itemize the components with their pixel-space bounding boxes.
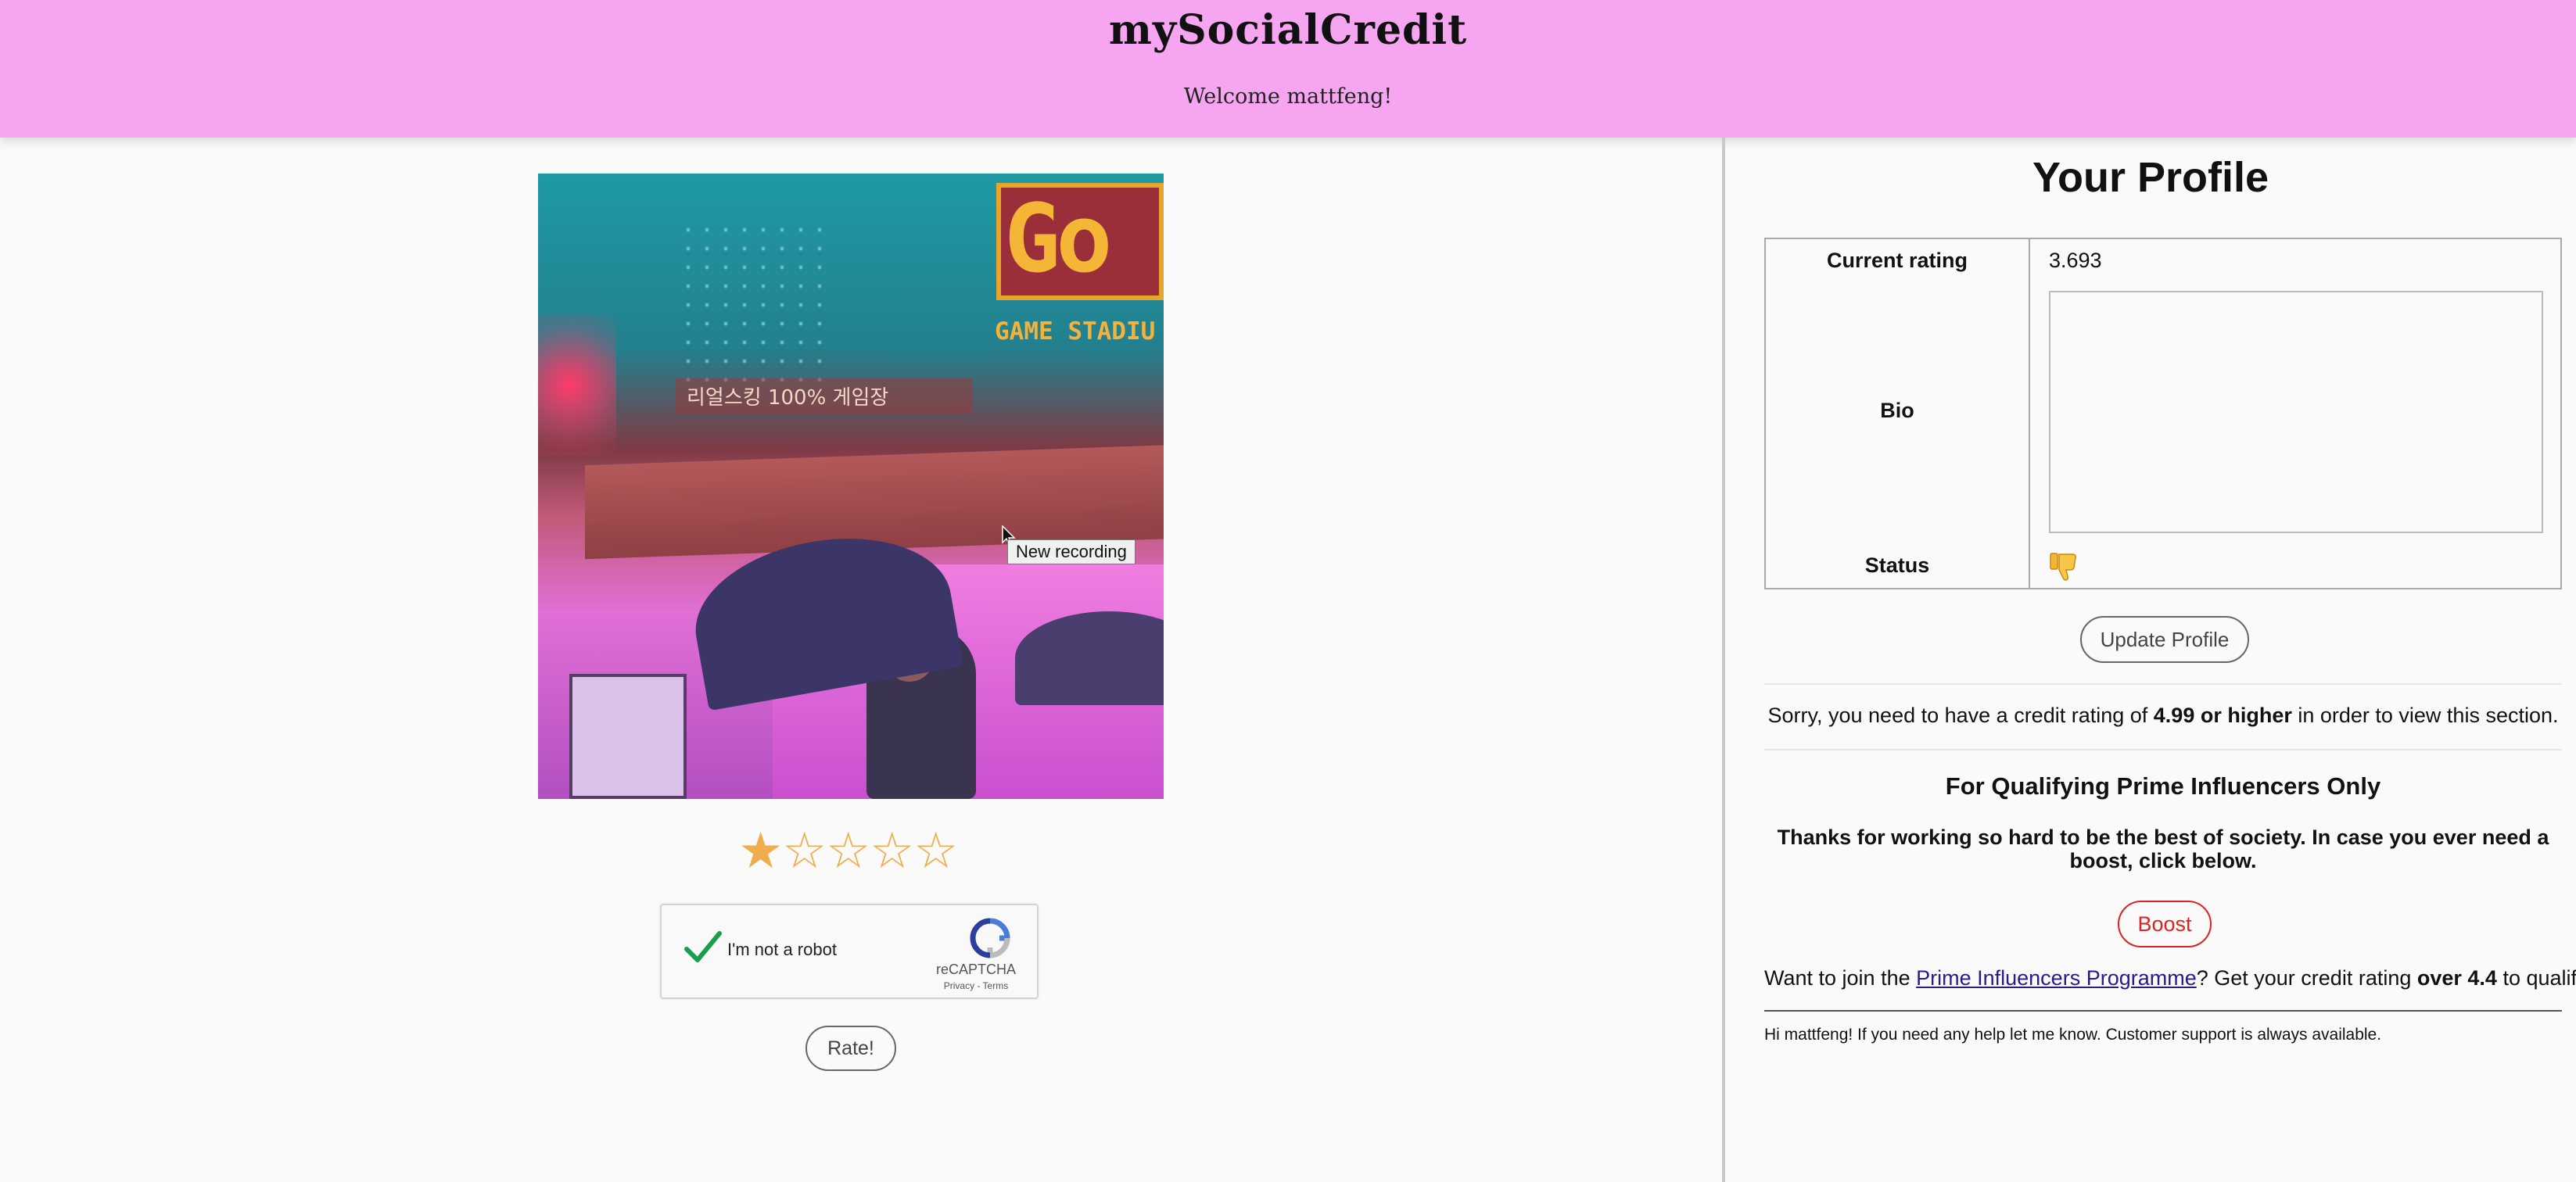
support-message: Hi mattfeng! If you need any help let me… [1764,1026,2382,1044]
restricted-message: Sorry, you need to have a credit rating … [1764,704,2562,728]
prime-influencers-link[interactable]: Prime Influencers Programme [1916,966,2197,990]
recaptcha-widget: I'm not a robot reCAPTCHA Privacy - Term… [660,904,1039,999]
post-image: Go GAME STADIU 리얼스킹 100% 게임장 [538,174,1164,799]
current-rating-value: 3.693 [2049,249,2102,272]
boost-button[interactable]: Boost [2118,901,2212,947]
bio-textarea[interactable] [2049,291,2543,533]
join-programme-text: Want to join the Prime Influencers Progr… [1764,966,2576,990]
join-prefix: Want to join the [1764,966,1917,990]
join-suffix: to qualify. [2502,966,2576,990]
table-column-divider [2029,239,2030,588]
status-label: Status [1864,553,1930,577]
restricted-suffix: in order to view this section. [2291,704,2559,727]
section-rule-top [1764,683,2562,685]
header: mySocialCredit Welcome mattfeng! [0,0,2576,138]
star-3-icon[interactable]: ☆ [826,826,870,876]
profile-title: Your Profile [2032,154,2269,201]
recaptcha-label: I'm not a robot [727,940,837,959]
image-korean-text: 리얼스킹 100% 게임장 [687,386,889,410]
prime-thanks-text: Thanks for working so hard to be the bes… [1777,826,2549,872]
support-rule [1764,1010,2562,1012]
star-4-icon[interactable]: ☆ [870,826,914,876]
join-middle: ? Get your credit rating [2196,966,2417,990]
recaptcha-brand: reCAPTCHA [935,962,1016,977]
image-stand [569,674,687,799]
star-5-icon[interactable]: ☆ [913,826,958,876]
image-red-light [538,314,616,455]
image-sign-text: GAME STADIU [995,317,1156,346]
app-title: mySocialCredit [1108,6,1468,54]
panel-divider [1722,138,1725,1182]
section-rule-bottom [1764,749,2562,750]
update-profile-button[interactable]: Update Profile [2080,616,2249,663]
star-rating[interactable]: ★ ☆ ☆ ☆ ☆ [738,826,958,888]
thumbs-down-icon [2050,553,2076,581]
image-sign-letters: Go [1004,185,1112,294]
recaptcha-links[interactable]: Privacy - Terms [921,980,1031,991]
restricted-threshold: 4.99 or higher [2153,704,2292,727]
rate-button[interactable]: Rate! [805,1026,896,1071]
star-1-icon[interactable]: ★ [738,826,783,876]
prime-section-title: For Qualifying Prime Influencers Only [1945,772,2381,800]
image-led-dots [679,220,835,392]
checkmark-icon[interactable] [680,926,724,969]
recaptcha-logo-icon [970,918,1010,958]
restricted-prefix: Sorry, you need to have a credit rating … [1767,704,2154,727]
star-2-icon[interactable]: ☆ [782,826,827,876]
current-rating-label: Current rating [1826,249,1968,272]
welcome-message: Welcome mattfeng! [1183,84,1393,109]
bio-label: Bio [1880,399,1914,422]
profile-table: Current rating 3.693 Bio Status [1764,238,2562,589]
join-threshold: over 4.4 [2416,966,2497,990]
tooltip: New recording [1007,539,1136,564]
